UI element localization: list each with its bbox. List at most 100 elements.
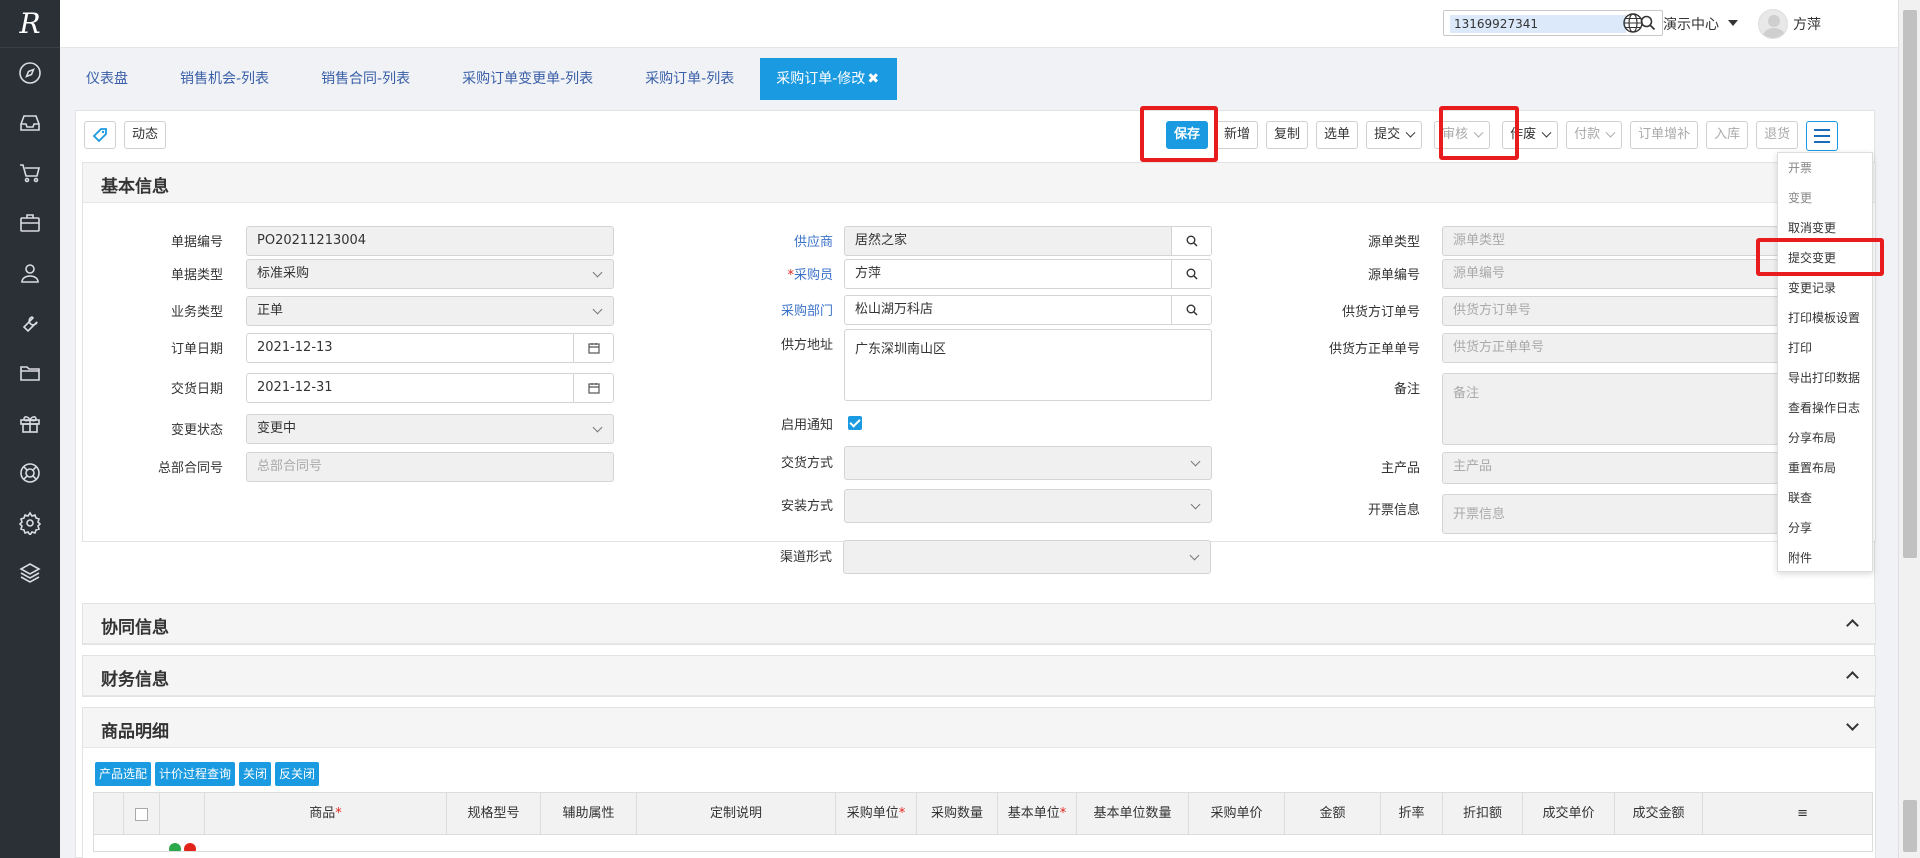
menu-item-operation-log[interactable]: 查看操作日志	[1778, 393, 1872, 423]
grid-col-price[interactable]: 采购单价	[1189, 793, 1285, 835]
chevron-up-icon[interactable]	[1846, 619, 1859, 632]
supplier-order-field[interactable]: 供货方订单号	[1442, 296, 1802, 326]
grid-col-deal-amount[interactable]: 成交金额	[1615, 793, 1703, 835]
menu-item-print[interactable]: 打印	[1778, 333, 1872, 363]
pay-button[interactable]: 付款	[1566, 121, 1623, 149]
tab-sales-contract-list[interactable]: 销售合同-列表	[295, 58, 436, 100]
doc-type-select[interactable]: 标准采购	[246, 259, 614, 289]
tab-dashboard[interactable]: 仪表盘	[60, 58, 154, 100]
tag-button[interactable]	[84, 121, 116, 149]
menu-item-invoice[interactable]: 开票	[1778, 153, 1872, 183]
menu-item-share-layout[interactable]: 分享布局	[1778, 423, 1872, 453]
menu-item-print-template[interactable]: 打印模板设置	[1778, 303, 1872, 333]
calendar-icon[interactable]	[573, 334, 613, 362]
grid-col-discount-amount[interactable]: 折扣额	[1443, 793, 1523, 835]
menu-item-reset-layout[interactable]: 重置布局	[1778, 453, 1872, 483]
tab-po-list[interactable]: 采购订单-列表	[619, 58, 760, 100]
biz-type-select[interactable]: 正单	[246, 296, 614, 326]
scrollbar-thumb-lower[interactable]	[1903, 800, 1917, 852]
remark-textarea[interactable]: 备注	[1442, 373, 1802, 445]
grid-header-checkbox[interactable]	[124, 793, 160, 835]
lifebuoy-icon[interactable]	[0, 448, 60, 498]
supplier-label[interactable]: 供应商	[753, 231, 833, 250]
invoice-textarea[interactable]: 开票信息	[1442, 494, 1802, 534]
menu-item-attachment[interactable]: 附件	[1778, 543, 1872, 573]
collab-info-header[interactable]: 协同信息	[83, 604, 1875, 644]
delivery-date-field[interactable]: 2021-12-31	[246, 373, 614, 403]
install-mode-select[interactable]	[844, 489, 1212, 523]
hq-contract-field[interactable]: 总部合同号	[246, 452, 614, 482]
menu-item-export-print[interactable]: 导出打印数据	[1778, 363, 1872, 393]
buyer-field[interactable]: 方萍	[844, 259, 1212, 289]
avatar[interactable]	[1758, 9, 1788, 39]
order-supplement-button[interactable]: 订单增补	[1630, 121, 1699, 149]
delete-row-icon[interactable]	[184, 843, 196, 851]
src-type-field[interactable]: 源单类型	[1442, 226, 1802, 256]
tab-sales-opportunity-list[interactable]: 销售机会-列表	[154, 58, 295, 100]
folder-icon[interactable]	[0, 348, 60, 398]
channel-select[interactable]	[843, 540, 1211, 574]
table-row[interactable]	[94, 836, 1872, 851]
dept-field[interactable]: 松山湖万科店	[844, 295, 1212, 325]
briefcase-icon[interactable]	[0, 198, 60, 248]
chevron-down-icon[interactable]	[1846, 718, 1859, 731]
inbox-icon[interactable]	[0, 98, 60, 148]
menu-item-change[interactable]: 变更	[1778, 183, 1872, 213]
gear-icon[interactable]	[0, 498, 60, 548]
grid-col-discount-rate[interactable]: 折率	[1381, 793, 1443, 835]
column-settings-icon[interactable]: ≡	[1703, 793, 1814, 835]
new-button[interactable]: 新增	[1216, 121, 1259, 149]
goods-detail-header[interactable]: 商品明细	[83, 708, 1875, 748]
demo-center-menu[interactable]: 演示中心	[1663, 14, 1719, 34]
pricing-query-button[interactable]: 计价过程查询	[155, 762, 236, 786]
calendar-icon[interactable]	[573, 374, 613, 402]
void-button[interactable]: 作废	[1502, 121, 1559, 149]
layers-icon[interactable]	[0, 548, 60, 598]
grid-col-aux[interactable]: 辅助属性	[541, 793, 637, 835]
tab-po-change-list[interactable]: 采购订单变更单-列表	[436, 58, 619, 100]
audit-button[interactable]: 审核	[1434, 121, 1491, 149]
scrollbar-thumb[interactable]	[1903, 10, 1917, 558]
search-input[interactable]	[1450, 15, 1626, 33]
grid-col-deal-price[interactable]: 成交单价	[1523, 793, 1615, 835]
order-date-field[interactable]: 2021-12-13	[246, 333, 614, 363]
menu-item-cancel-change[interactable]: 取消变更	[1778, 213, 1872, 243]
gift-icon[interactable]	[0, 398, 60, 448]
caret-down-icon[interactable]	[1728, 20, 1738, 26]
grid-col-custom[interactable]: 定制说明	[637, 793, 836, 835]
select-order-button[interactable]: 选单	[1316, 121, 1359, 149]
save-button[interactable]: 保存	[1166, 121, 1209, 149]
main-product-field[interactable]: 主产品	[1442, 452, 1802, 484]
compass-icon[interactable]	[0, 48, 60, 98]
user-icon[interactable]	[0, 248, 60, 298]
copy-button[interactable]: 复制	[1266, 121, 1309, 149]
globe-icon[interactable]	[1622, 12, 1644, 38]
close-row-button[interactable]: 关闭	[239, 762, 272, 786]
product-config-button[interactable]: 产品选配	[95, 762, 152, 786]
page-scrollbar[interactable]	[1898, 0, 1920, 858]
app-logo[interactable]: R	[0, 0, 60, 48]
return-button[interactable]: 退货	[1756, 121, 1799, 149]
finance-info-header[interactable]: 财务信息	[83, 656, 1875, 696]
grid-col-amount[interactable]: 金额	[1285, 793, 1381, 835]
wrench-icon[interactable]	[0, 298, 60, 348]
search-icon[interactable]	[1171, 296, 1211, 324]
menu-item-share[interactable]: 分享	[1778, 513, 1872, 543]
menu-item-change-log[interactable]: 变更记录	[1778, 273, 1872, 303]
reopen-row-button[interactable]: 反关闭	[275, 762, 320, 786]
notify-checkbox[interactable]	[848, 416, 862, 430]
dynamic-button[interactable]: 动态	[124, 121, 167, 149]
menu-item-submit-change[interactable]: 提交变更	[1778, 243, 1872, 273]
more-menu-button[interactable]	[1806, 121, 1839, 151]
submit-button[interactable]: 提交	[1366, 121, 1423, 149]
grid-col-base-qty[interactable]: 基本单位数量	[1077, 793, 1189, 835]
basic-info-header[interactable]: 基本信息	[83, 163, 1875, 203]
grid-col-unit[interactable]: 采购单位*	[836, 793, 917, 835]
chevron-up-icon[interactable]	[1846, 671, 1859, 684]
grid-col-base-unit[interactable]: 基本单位*	[998, 793, 1077, 835]
src-no-field[interactable]: 源单编号	[1442, 259, 1802, 289]
close-icon[interactable]: ✖	[867, 71, 879, 87]
menu-item-linked-query[interactable]: 联查	[1778, 483, 1872, 513]
grid-col-spec[interactable]: 规格型号	[447, 793, 541, 835]
search-icon[interactable]	[1171, 227, 1211, 255]
